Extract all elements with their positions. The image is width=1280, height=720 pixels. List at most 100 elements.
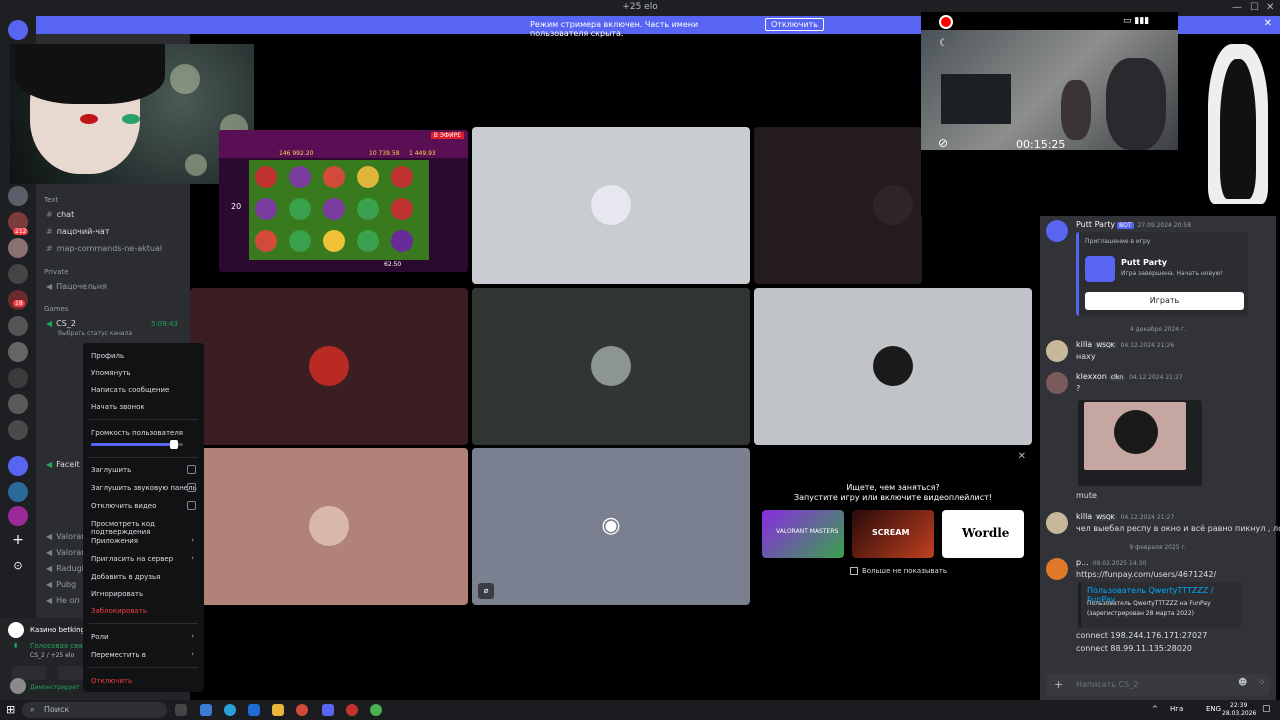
participant-tile[interactable] (472, 127, 750, 284)
channel-chat[interactable]: # chat (46, 210, 74, 219)
add-attachment-icon[interactable]: + (1054, 678, 1063, 691)
channel-map-commands[interactable]: # map-commands-ne-aktual (46, 244, 162, 253)
weather-label[interactable]: Нга (1170, 705, 1183, 713)
menu-item-block[interactable]: Заблокировать (91, 607, 147, 615)
menu-item-mention[interactable]: Упомянуть (91, 369, 131, 377)
menu-item-apps[interactable]: Приложения (91, 537, 138, 545)
checkbox-icon[interactable] (187, 465, 196, 474)
menu-item-ignore[interactable]: Игнорировать (91, 590, 143, 598)
maximize-button[interactable]: ☐ (1250, 2, 1259, 13)
participant-tile[interactable] (472, 288, 750, 445)
participant-tile[interactable]: ◉ ⌀ (472, 448, 750, 605)
close-icon[interactable]: ✕ (1018, 451, 1026, 462)
banner-close-icon[interactable]: ✕ (1264, 18, 1272, 29)
screen-share-slots[interactable]: 146 992.20 10 739.58 1 449.93 В ЭФИРЕ 20… (219, 130, 468, 272)
message-author[interactable]: killa WSQK 04.12.2024 21:27 (1076, 512, 1174, 521)
windows-start-icon[interactable]: ⊞ (6, 703, 15, 716)
menu-item-mute[interactable]: Заглушить (91, 466, 131, 474)
browser-icon[interactable] (370, 704, 382, 716)
menu-item-mute-soundboard[interactable]: Заглушить звуковую панель (91, 484, 197, 492)
category-private[interactable]: Private (44, 268, 68, 276)
menu-item-verification-code[interactable]: Просмотреть код подтверждения (91, 520, 204, 536)
activity-card-scream[interactable]: SCREAM (852, 510, 934, 558)
participant-tile[interactable] (190, 288, 468, 445)
discord-home-icon[interactable] (8, 20, 28, 40)
avatar[interactable] (1046, 558, 1068, 580)
close-window-button[interactable]: ✕ (1266, 2, 1274, 13)
server-icon[interactable] (8, 368, 28, 388)
participant-tile[interactable] (754, 288, 1032, 445)
store-icon[interactable] (200, 704, 212, 716)
menu-item-message[interactable]: Написать сообщение (91, 386, 169, 394)
voice-channel-ne-op[interactable]: ◀ Не оп (46, 596, 80, 605)
category-text[interactable]: Text (44, 196, 58, 204)
menu-item-profile[interactable]: Профиль (91, 352, 124, 360)
language-indicator[interactable]: ENG (1206, 705, 1221, 713)
channel-pacochelnya[interactable]: ◀ Пацочельня (46, 282, 107, 291)
server-icon[interactable] (8, 506, 28, 526)
volume-handle[interactable] (169, 440, 178, 449)
participant-tile[interactable] (754, 127, 922, 284)
voice-channel-radugi[interactable]: ◀ Radugi (46, 564, 84, 573)
explore-icon[interactable]: ⊙ (8, 556, 28, 576)
message-author[interactable]: killa WSQK 04.12.2024 21:26 (1076, 340, 1174, 349)
notification-icon[interactable]: ▢ (1262, 704, 1271, 714)
activity-card-wordle[interactable]: Wordle (942, 510, 1024, 558)
server-icon[interactable] (8, 456, 28, 476)
server-icon[interactable] (8, 264, 28, 284)
video-attachment[interactable] (1078, 400, 1202, 486)
server-icon[interactable] (8, 342, 28, 362)
mute-icon[interactable]: ⌀ (478, 583, 494, 599)
clock-time[interactable]: 22:39 (1230, 702, 1247, 709)
taskbar-search[interactable]: ⌕ Поиск (22, 702, 167, 718)
channel-status[interactable]: Выбрать статус канала (58, 330, 132, 337)
avatar[interactable] (1046, 340, 1068, 362)
chrome-icon[interactable] (296, 704, 308, 716)
minimize-button[interactable]: — (1232, 2, 1242, 13)
disable-streamer-mode-button[interactable]: Отключить (765, 18, 824, 31)
dont-show-checkbox[interactable]: Больше не показывать (850, 567, 947, 575)
avatar[interactable] (10, 678, 26, 694)
server-icon[interactable] (8, 420, 28, 440)
activity-name[interactable]: Казино betking (30, 626, 85, 634)
checkbox-icon[interactable] (850, 567, 858, 575)
play-button[interactable]: Играть (1085, 292, 1244, 310)
clock-date[interactable]: 28.03.2026 (1222, 710, 1256, 717)
message-author[interactable]: Putt Party BOT 27.09.2024 20:58 (1076, 220, 1191, 229)
server-icon[interactable] (8, 238, 28, 258)
checkbox-icon[interactable] (187, 501, 196, 510)
menu-item-add-friend[interactable]: Добавить в друзья (91, 573, 160, 581)
volume-slider[interactable] (91, 440, 183, 449)
message-author[interactable]: p... 09.02.2025 14:30 (1076, 558, 1146, 567)
checkbox-icon[interactable] (187, 483, 196, 492)
message-link[interactable]: https://funpay.com/users/4671242/ (1076, 570, 1216, 579)
server-icon[interactable] (8, 482, 28, 502)
emoji-icon[interactable]: ☻ (1238, 678, 1247, 688)
apps-icon[interactable]: ⁘ (1258, 678, 1266, 688)
menu-item-disconnect[interactable]: Отключить (91, 677, 132, 685)
discord-icon[interactable] (322, 704, 334, 716)
avatar[interactable] (1046, 220, 1068, 242)
voice-status[interactable]: Голосовая связь (30, 642, 90, 650)
category-games[interactable]: Games (44, 305, 69, 313)
task-view-icon[interactable] (175, 704, 187, 716)
message-author[interactable]: klexxon clkn 04.12.2024 21:27 (1076, 372, 1183, 381)
mail-icon[interactable] (248, 704, 260, 716)
activity-card-valorant[interactable]: VALORANT MASTERS (762, 510, 844, 558)
voice-channel-pubg[interactable]: ◀ Pubg (46, 580, 76, 589)
server-icon[interactable] (8, 186, 28, 206)
channel-pacochiy-chat[interactable]: # пацочий-чат (46, 227, 109, 236)
avatar[interactable] (1046, 372, 1068, 394)
obs-icon[interactable] (346, 704, 358, 716)
menu-item-roles[interactable]: Роли (91, 633, 109, 641)
edge-icon[interactable] (224, 704, 236, 716)
server-icon[interactable] (8, 394, 28, 414)
avatar[interactable] (1046, 512, 1068, 534)
message-input[interactable]: + Написать CS_2 ☻ ⁘ (1046, 674, 1270, 696)
menu-item-disable-video[interactable]: Отключить видео (91, 502, 156, 510)
chevron-up-icon[interactable]: ^ (1152, 705, 1158, 713)
menu-item-move[interactable]: Переместить в (91, 651, 146, 659)
voice-channel-faceit[interactable]: ◀ Faceit (46, 460, 80, 469)
menu-item-invite[interactable]: Пригласить на сервер (91, 555, 173, 563)
participant-tile[interactable] (190, 448, 468, 605)
